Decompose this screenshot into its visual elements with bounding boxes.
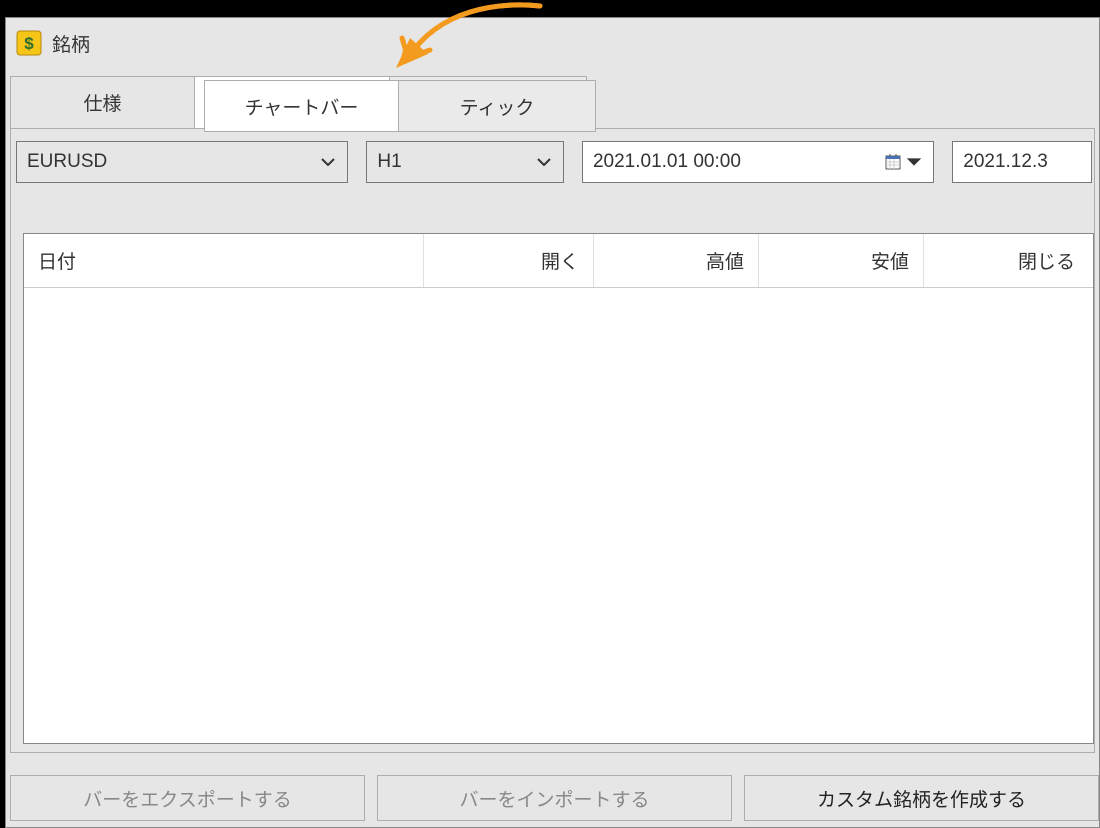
col-close-label: 閉じる (1018, 247, 1075, 274)
col-high-label: 高値 (706, 247, 744, 274)
period-combobox[interactable]: H1 (366, 141, 564, 183)
highlighted-tabs-overlay: チャートバー ティック (204, 80, 596, 132)
app-dollar-icon: $ (16, 30, 42, 56)
date-from-value: 2021.01.01 00:00 (593, 151, 741, 173)
symbol-combobox[interactable]: EURUSD (16, 141, 348, 183)
column-header-high[interactable]: 高値 (594, 234, 759, 287)
symbols-window: $ 銘柄 仕様 チャートバー ティック EURUSD H1 (5, 17, 1100, 828)
filter-row: EURUSD H1 2021.01.01 00:00 (14, 137, 1094, 187)
column-header-low[interactable]: 安値 (759, 234, 924, 287)
column-header-date[interactable]: 日付 (24, 234, 424, 287)
column-header-close[interactable]: 閉じる (924, 234, 1089, 287)
bottom-button-row: バーをエクスポートする バーをインポートする カスタム銘柄を作成する (10, 773, 1099, 823)
date-to-value: 2021.12.3 (963, 151, 1048, 173)
tab-chart-label-overlay: チャートバー (245, 93, 359, 120)
date-from-picker[interactable]: 2021.01.01 00:00 (582, 141, 934, 183)
window-title: 銘柄 (52, 30, 90, 57)
col-open-label: 開く (541, 247, 579, 274)
create-label: カスタム銘柄を作成する (817, 785, 1026, 812)
col-date-label: 日付 (38, 247, 76, 274)
tab-content: EURUSD H1 2021.01.01 00:00 (10, 128, 1095, 753)
tab-ticks-overlay[interactable]: ティック (399, 80, 596, 132)
import-label: バーをインポートする (459, 785, 649, 812)
export-label: バーをエクスポートする (83, 785, 291, 812)
chevron-down-icon (535, 153, 553, 171)
col-low-label: 安値 (871, 247, 909, 274)
tab-tick-label-overlay: ティック (460, 93, 535, 120)
svg-text:$: $ (24, 34, 34, 53)
date-to-picker[interactable]: 2021.12.3 (952, 141, 1092, 183)
tab-spec[interactable]: 仕様 (10, 76, 195, 128)
period-value: H1 (377, 151, 401, 173)
table-header: 日付 開く 高値 安値 閉じる (24, 234, 1093, 288)
symbol-value: EURUSD (27, 151, 107, 173)
calendar-dropdown-icon (885, 153, 923, 171)
export-bars-button[interactable]: バーをエクスポートする (10, 775, 365, 821)
import-bars-button[interactable]: バーをインポートする (377, 775, 732, 821)
create-custom-symbol-button[interactable]: カスタム銘柄を作成する (744, 775, 1099, 821)
tab-spec-label: 仕様 (83, 89, 121, 116)
column-header-open[interactable]: 開く (424, 234, 594, 287)
tab-chart-bars-overlay[interactable]: チャートバー (204, 80, 399, 132)
chevron-down-icon (319, 153, 337, 171)
titlebar: $ 銘柄 (6, 18, 1099, 68)
bars-table: 日付 開く 高値 安値 閉じる (23, 233, 1094, 744)
